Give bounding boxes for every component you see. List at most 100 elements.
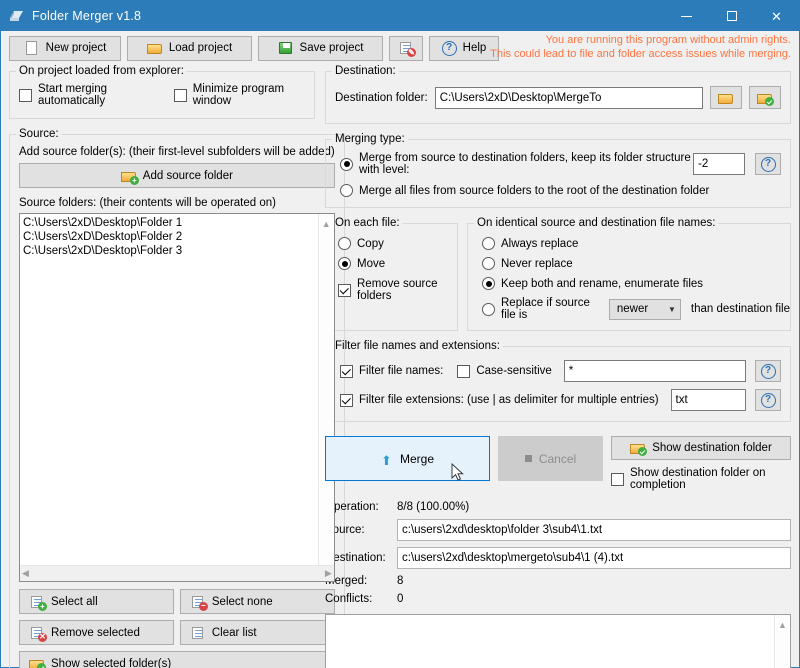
source-label: Source:	[325, 524, 365, 536]
filter-names-input[interactable]: *	[563, 360, 746, 382]
new-project-label: New project	[45, 42, 107, 54]
merge-to-root-label[interactable]: Merge all files from source folders to t…	[359, 185, 709, 197]
filter-names-help-button[interactable]: ?	[755, 360, 781, 382]
open-destination-button[interactable]	[749, 86, 781, 109]
scroll-up-icon[interactable]	[322, 219, 331, 229]
help-icon: ?	[441, 40, 457, 56]
operation-label: Operation:	[325, 501, 379, 513]
list-item[interactable]: C:\Users\2xD\Desktop\Folder 2	[23, 230, 331, 244]
folder-check-icon	[29, 657, 46, 668]
log-textarea[interactable]	[325, 614, 791, 668]
window-title: Folder Merger v1.8	[32, 9, 142, 23]
always-replace-label[interactable]: Always replace	[501, 238, 578, 250]
minimize-window-label[interactable]: Minimize program window	[193, 83, 305, 107]
listbox-vertical-scrollbar[interactable]	[317, 214, 334, 575]
right-column: Destination: Destination folder: C:\User…	[325, 65, 791, 668]
replace-if-label[interactable]: Replace if source file is	[501, 297, 600, 321]
filter-extensions-checkbox[interactable]	[340, 393, 353, 407]
list-item[interactable]: C:\Users\2xD\Desktop\Folder 1	[23, 216, 331, 230]
cancel-button: Cancel	[498, 436, 603, 481]
add-source-folder-button[interactable]: + Add source folder	[19, 163, 335, 188]
structure-level-input[interactable]: -2	[693, 153, 745, 175]
destination-folder-input[interactable]: C:\Users\2xD\Desktop\MergeTo	[434, 86, 703, 109]
folder-merger-icon	[9, 8, 25, 24]
merge-keep-structure-label[interactable]: Merge from source to destination folders…	[359, 152, 693, 176]
help-icon: ?	[760, 392, 776, 408]
select-none-button[interactable]: − Select none	[179, 589, 335, 614]
folder-check-icon	[757, 91, 774, 106]
keep-both-radio[interactable]	[482, 277, 495, 290]
show-on-completion-checkbox[interactable]	[611, 472, 624, 486]
log-vertical-scrollbar[interactable]	[774, 615, 790, 668]
filter-extensions-input[interactable]: txt	[670, 389, 746, 411]
filter-names-checkbox[interactable]	[340, 364, 353, 378]
move-label[interactable]: Move	[357, 258, 385, 270]
close-button[interactable]: ✕	[754, 1, 799, 31]
filter-legend: Filter file names and extensions:	[335, 340, 500, 352]
show-destination-folder-button[interactable]: Show destination folder	[611, 436, 791, 460]
source-folders-listbox[interactable]: C:\Users\2xD\Desktop\Folder 1 C:\Users\2…	[19, 213, 335, 582]
stop-icon	[524, 455, 532, 462]
log-content	[326, 615, 790, 621]
filter-names-label[interactable]: Filter file names:	[359, 365, 443, 377]
source-path-field: c:\users\2xd\desktop\folder 3\sub4\1.txt	[397, 519, 791, 541]
conflicts-value: 0	[397, 593, 404, 605]
copy-label[interactable]: Copy	[357, 238, 384, 250]
listbox-horizontal-scrollbar[interactable]	[20, 565, 334, 581]
chevron-down-icon: ▼	[667, 304, 676, 314]
filter-extensions-help-button[interactable]: ?	[755, 389, 781, 411]
case-sensitive-checkbox[interactable]	[457, 364, 471, 378]
remove-source-folders-checkbox[interactable]	[338, 283, 351, 297]
maximize-button[interactable]	[709, 1, 754, 31]
scroll-left-icon[interactable]	[22, 569, 29, 578]
minimize-button[interactable]	[664, 1, 709, 31]
source-legend: Source:	[19, 128, 59, 140]
new-project-button[interactable]: New project	[9, 35, 121, 61]
merge-button[interactable]: Merge	[325, 436, 490, 481]
comparison-select[interactable]: newer ▼	[608, 298, 681, 320]
folder-browse-icon	[718, 91, 734, 105]
load-project-label: Load project	[168, 42, 233, 54]
app-window: Folder Merger v1.8 ✕ New project Load pr…	[0, 0, 800, 668]
save-project-as-button[interactable]: ✎	[389, 35, 423, 61]
never-replace-label[interactable]: Never replace	[501, 258, 573, 270]
close-icon: ✕	[771, 8, 782, 24]
title-bar: Folder Merger v1.8 ✕	[1, 1, 799, 31]
scroll-right-icon[interactable]	[325, 569, 332, 578]
browse-destination-button[interactable]	[710, 86, 742, 109]
destination-group: Destination: Destination folder: C:\User…	[325, 65, 791, 124]
move-radio[interactable]	[338, 257, 351, 270]
left-column: On project loaded from explorer: Start m…	[9, 65, 345, 668]
clear-list-button[interactable]: Clear list	[179, 620, 335, 645]
save-project-button[interactable]: Save project	[258, 35, 383, 61]
merge-keep-structure-radio[interactable]	[340, 157, 353, 171]
help-label: Help	[462, 42, 487, 54]
help-button[interactable]: ? Help	[429, 35, 499, 61]
keep-both-label[interactable]: Keep both and rename, enumerate files	[501, 278, 703, 290]
remove-selected-label: Remove selected	[51, 626, 140, 639]
start-merging-label[interactable]: Start merging automatically	[38, 83, 156, 107]
show-destination-folder-label: Show destination folder	[652, 442, 772, 454]
select-none-label: Select none	[211, 595, 273, 608]
identical-names-group: On identical source and destination file…	[467, 217, 791, 331]
always-replace-radio[interactable]	[482, 237, 495, 250]
remove-source-folders-label[interactable]: Remove source folders	[357, 278, 457, 302]
merge-to-root-radio[interactable]	[340, 184, 353, 197]
copy-radio[interactable]	[338, 237, 351, 250]
merging-type-help-button[interactable]: ?	[755, 153, 781, 175]
never-replace-radio[interactable]	[482, 257, 495, 270]
show-on-completion-label[interactable]: Show destination folder on completion	[630, 467, 791, 491]
folder-check-icon	[630, 441, 648, 456]
minimize-window-checkbox[interactable]	[173, 88, 187, 102]
remove-selected-button[interactable]: ✕ Remove selected	[19, 620, 174, 645]
replace-if-radio[interactable]	[482, 302, 495, 316]
case-sensitive-label[interactable]: Case-sensitive	[476, 365, 551, 377]
show-selected-folders-button[interactable]: Show selected folder(s)	[19, 651, 335, 668]
scroll-up-icon[interactable]	[778, 620, 787, 630]
start-merging-checkbox[interactable]	[19, 88, 32, 102]
show-selected-folders-label: Show selected folder(s)	[51, 657, 172, 668]
select-all-button[interactable]: + Select all	[19, 589, 174, 614]
list-item[interactable]: C:\Users\2xD\Desktop\Folder 3	[23, 244, 331, 258]
filter-extensions-label[interactable]: Filter file extensions: (use | as delimi…	[359, 394, 659, 406]
load-project-button[interactable]: Load project	[127, 35, 252, 61]
